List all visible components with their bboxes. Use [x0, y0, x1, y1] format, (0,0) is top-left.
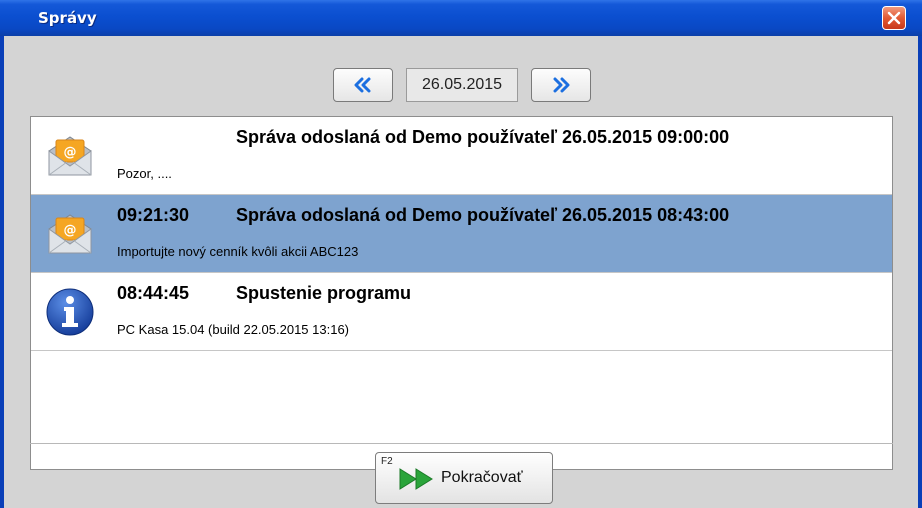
svg-text:@: @ [64, 145, 77, 160]
message-title: Správa odoslaná od Demo používateľ 26.05… [236, 205, 730, 225]
footer-divider [30, 443, 893, 444]
message-time: 08:44:45 [117, 283, 190, 303]
message-item-selected[interactable]: @ 09:21:30 Správa odoslaná od Demo použí… [31, 195, 892, 273]
next-date-button[interactable] [531, 68, 591, 102]
fast-forward-icon [399, 468, 433, 490]
double-chevron-right-icon [553, 77, 570, 93]
message-body: Pozor, .... [117, 166, 172, 181]
shortcut-key-label: F2 [381, 456, 393, 467]
messages-window: Správy 26.05.2015 @ Správa odoslaná od D… [0, 0, 922, 508]
close-icon [887, 11, 901, 25]
message-item[interactable]: @ Správa odoslaná od Demo používateľ 26.… [31, 117, 892, 195]
message-item[interactable]: 08:44:45 Spustenie programu PC Kasa 15.0… [31, 273, 892, 351]
continue-button[interactable]: F2 Pokračovať [375, 452, 553, 504]
double-chevron-left-icon [354, 77, 371, 93]
close-button[interactable] [882, 6, 906, 30]
window-title: Správy [38, 9, 97, 27]
message-title: Správa odoslaná od Demo používateľ 26.05… [236, 127, 730, 147]
content-area: 26.05.2015 @ Správa odoslaná od Demo pou… [4, 36, 918, 508]
message-body: PC Kasa 15.04 (build 22.05.2015 13:16) [117, 322, 350, 337]
message-time: 09:21:30 [117, 205, 190, 225]
message-body: Importujte nový cenník kvôli akcii ABC12… [117, 244, 359, 259]
message-title: Spustenie programu [236, 283, 412, 303]
date-field[interactable]: 26.05.2015 [406, 68, 518, 102]
svg-text:@: @ [64, 223, 77, 238]
mail-icon: @ [45, 209, 95, 259]
previous-date-button[interactable] [333, 68, 393, 102]
title-bar[interactable]: Správy [0, 0, 922, 36]
info-icon [45, 287, 95, 337]
message-list[interactable]: @ Správa odoslaná od Demo používateľ 26.… [30, 116, 893, 470]
continue-label: Pokračovať [441, 469, 523, 486]
mail-icon: @ [45, 131, 95, 181]
